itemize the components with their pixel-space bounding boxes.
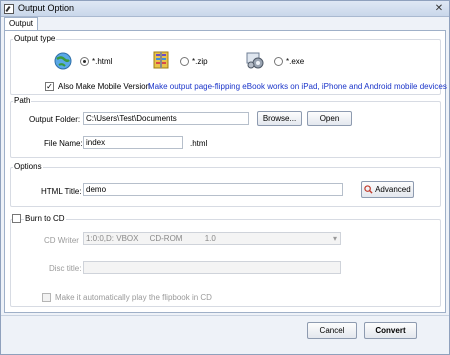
output-folder-field[interactable]: C:\Users\Test\Documents (83, 112, 249, 125)
convert-button[interactable]: Convert (364, 322, 417, 339)
radio-html[interactable] (80, 57, 89, 66)
file-extension: .html (190, 139, 208, 148)
radio-exe-label: *.exe (286, 57, 305, 66)
radio-html-label: *.html (92, 57, 113, 66)
advanced-button[interactable]: Advanced (361, 181, 414, 198)
output-type-title: Output type (13, 34, 57, 43)
autoplay-label: Make it automatically play the flipbook … (55, 293, 212, 302)
browse-button[interactable]: Browse... (257, 111, 302, 126)
cancel-button[interactable]: Cancel (307, 322, 357, 339)
output-folder-label: Output Folder: (29, 115, 81, 124)
html-title-label: HTML Title: (41, 187, 82, 196)
edit-icon (4, 4, 14, 14)
radio-exe[interactable] (274, 57, 283, 66)
output-option-window: Output Option ✕ Output Output type *.htm… (0, 0, 450, 355)
file-name-label: File Name: (44, 139, 83, 148)
magnifier-icon (364, 185, 373, 194)
close-button[interactable]: ✕ (433, 3, 445, 14)
tab-output[interactable]: Output (4, 17, 38, 31)
advanced-label: Advanced (375, 185, 411, 194)
cd-writer-label: CD Writer (44, 236, 79, 245)
html-title-field[interactable]: demo (83, 183, 343, 196)
globe-icon (54, 52, 72, 70)
open-button[interactable]: Open (307, 111, 352, 126)
archive-icon (153, 51, 169, 69)
autoplay-checkbox[interactable] (42, 293, 51, 302)
burn-to-cd-checkbox[interactable] (12, 214, 21, 223)
gears-icon (246, 52, 264, 69)
options-title: Options (13, 162, 43, 171)
file-name-field[interactable]: index (83, 136, 183, 149)
disc-title-label: Disc title: (49, 264, 82, 273)
path-group (10, 101, 441, 158)
burn-to-cd-label: Burn to CD (24, 214, 66, 223)
chevron-down-icon: ▾ (332, 234, 337, 243)
output-panel: Output type *.html *.zip *.exe ✓ Also Ma… (4, 30, 447, 313)
footer-divider (1, 315, 449, 316)
path-title: Path (13, 96, 32, 105)
mobile-note: Make output page-flipping eBook works on… (148, 82, 447, 91)
cd-writer-value: 1:0:0,D: VBOX CD-ROM 1.0 (86, 234, 216, 243)
title-bar: Output Option ✕ (1, 1, 449, 17)
radio-zip-label: *.zip (192, 57, 208, 66)
cd-writer-select[interactable]: 1:0:0,D: VBOX CD-ROM 1.0 ▾ (83, 232, 341, 245)
disc-title-field[interactable] (83, 261, 341, 274)
radio-zip[interactable] (180, 57, 189, 66)
mobile-version-checkbox[interactable]: ✓ (45, 82, 54, 91)
window-title: Output Option (18, 3, 75, 13)
mobile-version-label: Also Make Mobile Version (58, 82, 151, 91)
